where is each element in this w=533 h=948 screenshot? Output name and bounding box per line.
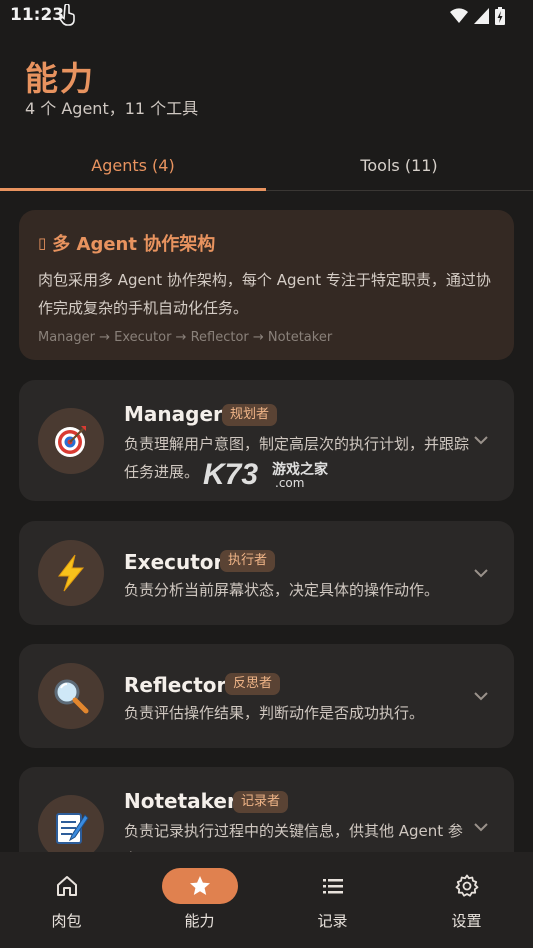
page-subtitle: 4 个 Agent，11 个工具 (25, 99, 199, 118)
agent-description: 负责分析当前屏幕状态，决定具体的操作动作。 (124, 581, 440, 599)
agent-name: Manager (124, 402, 223, 426)
agent-description: 负责评估操作结果，判断动作是否成功执行。 (124, 704, 425, 722)
nav-label: 能力 (184, 912, 215, 930)
wifi-icon (450, 8, 468, 23)
agent-avatar (38, 795, 104, 852)
list-icon (322, 879, 343, 894)
agent-card-executor[interactable]: Executor 执行者 负责分析当前屏幕状态，决定具体的操作动作。 (19, 521, 514, 625)
chevron-down-icon[interactable] (471, 817, 491, 837)
agent-flow: Manager → Executor → Reflector → Notetak… (38, 330, 333, 345)
architecture-intro-card: ▯ 多 Agent 协作架构 肉包采用多 Agent 协作架构，每个 Agent… (19, 210, 514, 360)
nav-icon-container (29, 868, 105, 904)
intro-title-row: ▯ 多 Agent 协作架构 (38, 230, 495, 256)
tab-agents[interactable]: Agents (4) (0, 140, 266, 190)
agent-avatar (38, 663, 104, 729)
agent-card-notetaker[interactable]: Notetaker 记录者 负责记录执行过程中的关键信息，供其他 Agent 参… (19, 767, 514, 852)
architecture-icon: ▯ (38, 234, 47, 252)
touch-gesture-icon (59, 4, 75, 26)
chevron-down-icon[interactable] (471, 430, 491, 450)
nav-item-settings[interactable]: 设置 (400, 852, 533, 948)
magnifier-icon (54, 679, 89, 714)
notepad-icon (56, 813, 89, 844)
agent-role-badge: 规划者 (222, 404, 278, 426)
star-icon (189, 876, 210, 895)
agent-name: Reflector (124, 673, 227, 697)
agent-avatar (38, 540, 104, 606)
agent-role-badge: 记录者 (233, 791, 289, 813)
target-icon (55, 426, 86, 457)
nav-item-roubao[interactable]: 肉包 (0, 852, 133, 948)
lightning-icon (57, 554, 85, 592)
agent-card-reflector[interactable]: Reflector 反思者 负责评估操作结果，判断动作是否成功执行。 (19, 644, 514, 748)
status-icons (450, 6, 505, 26)
home-icon (56, 876, 77, 896)
settings-gear-icon (455, 874, 478, 897)
nav-icon-container (429, 868, 505, 904)
tab-tools[interactable]: Tools (11) (266, 140, 532, 190)
capabilities-screen: 11:23 能力 4 个 Agent，11 个工具 Agents (4) Too… (0, 0, 533, 948)
nav-label: 肉包 (51, 912, 82, 930)
nav-icon-container (295, 868, 371, 904)
agent-role-badge: 反思者 (225, 673, 281, 695)
agent-name: Executor (124, 550, 224, 574)
chevron-down-icon[interactable] (471, 563, 491, 583)
bottom-navigation: 肉包 能力 记录 设置 (0, 852, 533, 948)
chevron-down-icon[interactable] (471, 686, 491, 706)
nav-label: 记录 (317, 912, 348, 930)
tab-active-indicator (0, 188, 266, 191)
status-time: 11:23 (10, 5, 65, 25)
tab-bar: Agents (4) Tools (11) (0, 140, 533, 191)
agent-description: 负责记录执行过程中的关键信息，供其他 Agent 参考。 (124, 822, 463, 852)
agent-description: 负责理解用户意图，制定高层次的执行计划，并跟踪任务进展。 (124, 435, 470, 481)
nav-label: 设置 (451, 912, 482, 930)
status-bar: 11:23 (0, 0, 533, 32)
agent-card-manager[interactable]: Manager 规划者 负责理解用户意图，制定高层次的执行计划，并跟踪任务进展。 (19, 380, 514, 501)
nav-icon-container-active (161, 868, 238, 904)
agent-role-badge: 执行者 (220, 550, 276, 572)
battery-charging-icon (495, 7, 505, 25)
signal-icon (474, 8, 489, 24)
nav-item-records[interactable]: 记录 (266, 852, 399, 948)
intro-description: 肉包采用多 Agent 协作架构，每个 Agent 专注于特定职责，通过协作完成… (38, 271, 491, 317)
agents-list[interactable]: ▯ 多 Agent 协作架构 肉包采用多 Agent 协作架构，每个 Agent… (0, 192, 533, 852)
nav-item-capabilities[interactable]: 能力 (133, 852, 266, 948)
page-title: 能力 (25, 59, 95, 98)
intro-title: 多 Agent 协作架构 (52, 234, 216, 255)
agent-name: Notetaker (124, 789, 237, 813)
agent-avatar (38, 408, 104, 474)
